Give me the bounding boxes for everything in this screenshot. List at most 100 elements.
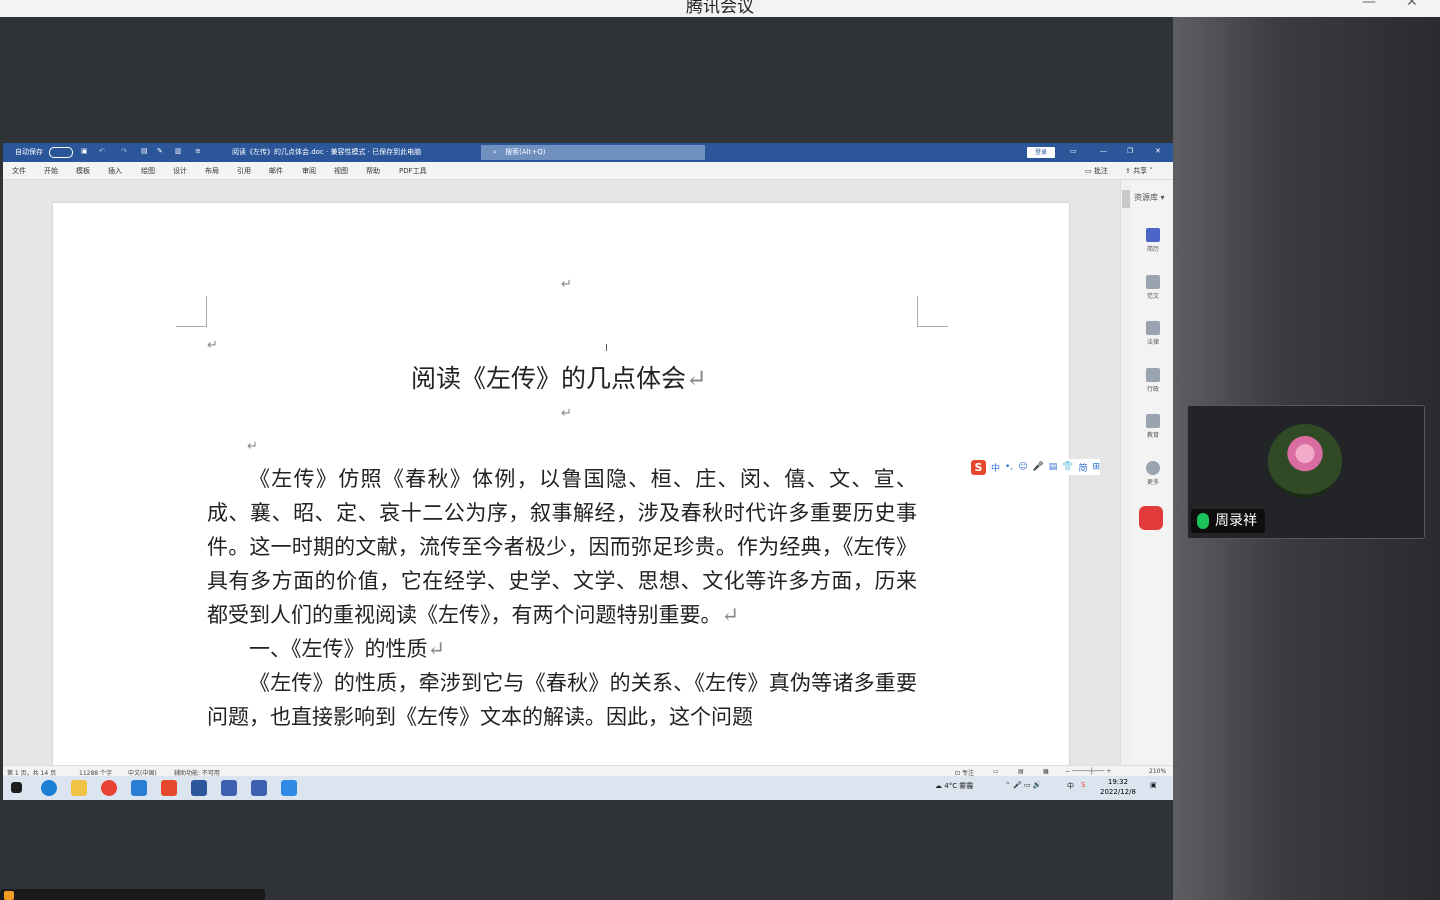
undo-icon[interactable]: ↶ xyxy=(99,147,105,155)
window-restore-icon[interactable]: ❐ xyxy=(1127,147,1133,155)
share-label: 共享 xyxy=(1133,167,1148,175)
heading-text: 阅读《左传》的几点体会 xyxy=(411,364,687,393)
window-close-icon[interactable]: ✕ xyxy=(1155,147,1161,155)
side-item-label: 行政 xyxy=(1146,386,1159,393)
ime-indicator[interactable]: 中 xyxy=(1067,781,1074,791)
tencent-meeting-icon[interactable] xyxy=(281,780,297,796)
clock[interactable]: 19:32 2022/12/8 xyxy=(1100,777,1136,797)
paragraph-mark: ↵ xyxy=(247,439,258,454)
app-icon[interactable] xyxy=(221,780,237,796)
tab-help[interactable]: 帮助 xyxy=(366,166,380,176)
read-mode-icon[interactable]: ▭ xyxy=(993,768,999,775)
tab-layout[interactable]: 布局 xyxy=(205,166,219,176)
ime-toolbar[interactable]: S 中 •, ☺ 🎤 ▤ 👕 简 ⊞ xyxy=(971,459,1101,475)
redo-icon[interactable]: ↷ xyxy=(121,147,127,155)
window-minimize-icon[interactable]: — xyxy=(1100,147,1107,155)
side-item-admin[interactable]: 行政 xyxy=(1141,368,1165,393)
document-title[interactable]: 阅读《左传》的几点体会.doc · 兼容性模式 · 已保存到此电脑 xyxy=(232,147,421,157)
windows-taskbar: ☁ 4°C 雾霾 ⌃ 🎤 ▭ 🔊 中 S 19:32 2022/12/8 ▣ xyxy=(3,776,1173,800)
body-paragraph: 《左传》仿照《春秋》体例，以鲁国隐、桓、庄、闵、僖、文、宣、成、襄、昭、定、哀十… xyxy=(207,462,917,632)
ribbon-display-icon[interactable]: ▭ xyxy=(1070,147,1077,155)
meeting-titlebar: 腾讯会议 — ✕ xyxy=(0,0,1440,17)
side-item-law[interactable]: 法律 xyxy=(1141,321,1165,346)
sogou-logo-icon: S xyxy=(971,459,986,475)
education-icon xyxy=(1146,414,1160,428)
format-painter-icon[interactable]: ✎ xyxy=(157,147,163,155)
ime-item[interactable]: 🎤 xyxy=(1033,462,1044,472)
paragraph-text: 《左传》的性质，牵涉到它与《春秋》的关系、《左传》真伪等诸多重要问题，也直接影响… xyxy=(207,671,917,729)
comments-button[interactable]: ▭ 批注 xyxy=(1085,166,1108,176)
web-layout-icon[interactable]: ▦ xyxy=(1043,768,1049,775)
print-icon[interactable]: ▥ xyxy=(175,147,182,155)
document-page[interactable]: ↵ ↵ I 阅读《左传》的几点体会↵ ↵ ↵ 《左传》仿照《春秋》体例，以鲁国隐… xyxy=(53,203,1069,765)
chrome-icon[interactable] xyxy=(101,780,117,796)
login-button[interactable]: 登录 xyxy=(1027,147,1055,158)
tab-home[interactable]: 开始 xyxy=(44,166,58,176)
notification-icon[interactable]: ▣ xyxy=(1150,781,1157,789)
app-icon[interactable] xyxy=(4,891,14,900)
ime-item[interactable]: •, xyxy=(1005,462,1013,472)
red-envelope-icon[interactable] xyxy=(1139,506,1163,530)
tab-file[interactable]: 文件 xyxy=(12,166,26,176)
weather-widget[interactable]: ☁ 4°C 雾霾 xyxy=(935,781,973,791)
tab-review[interactable]: 审阅 xyxy=(302,166,316,176)
side-item-resume[interactable]: 简历 xyxy=(1141,228,1165,253)
document-heading[interactable]: 阅读《左传》的几点体会↵ xyxy=(411,359,707,395)
zoom-level[interactable]: 210% xyxy=(1149,768,1166,775)
law-icon xyxy=(1146,321,1160,335)
autosave-toggle[interactable] xyxy=(49,147,73,158)
zoom-slider[interactable]: − ─────┼─── + xyxy=(1065,768,1111,775)
word-icon[interactable] xyxy=(191,780,207,796)
ime-item[interactable]: ⊞ xyxy=(1093,462,1101,472)
side-item-label: 教育 xyxy=(1146,432,1159,439)
participant-video-tile[interactable]: 周录祥 xyxy=(1187,405,1425,539)
side-item-education[interactable]: 教育 xyxy=(1141,414,1165,439)
weather-text: 4°C 雾霾 xyxy=(944,782,974,790)
system-tray-icons[interactable]: ⌃ 🎤 ▭ 🔊 xyxy=(1005,781,1042,789)
file-explorer-icon[interactable] xyxy=(71,780,87,796)
resource-label: 资源库 xyxy=(1134,193,1158,202)
windows-start-icon[interactable] xyxy=(11,782,22,793)
text-cursor-icon: I xyxy=(605,343,608,354)
tab-mailings[interactable]: 邮件 xyxy=(269,166,283,176)
ime-item[interactable]: 简 xyxy=(1079,461,1088,474)
margin-corner-left xyxy=(176,296,207,327)
resource-library-dropdown[interactable]: 资源库 ▾ xyxy=(1134,192,1165,203)
save-icon[interactable]: ▣ xyxy=(81,147,88,155)
document-body[interactable]: 《左传》仿照《春秋》体例，以鲁国隐、桓、庄、闵、僖、文、宣、成、襄、昭、定、哀十… xyxy=(207,462,917,734)
ime-item[interactable]: ☺ xyxy=(1018,462,1027,472)
search-input[interactable]: ⌕ 搜索(Alt+Q) xyxy=(481,145,705,160)
sogou-tray-icon[interactable]: S xyxy=(1081,781,1085,789)
tab-draw[interactable]: 绘图 xyxy=(141,166,155,176)
share-button[interactable]: ⇪ 共享 ˅ xyxy=(1125,166,1153,176)
mail-icon[interactable] xyxy=(131,780,147,796)
app-icon[interactable] xyxy=(161,780,177,796)
print-layout-icon[interactable]: ▤ xyxy=(1018,768,1024,775)
close-icon[interactable]: ✕ xyxy=(1406,0,1418,10)
tab-insert[interactable]: 插入 xyxy=(108,166,122,176)
ime-item[interactable]: 中 xyxy=(991,461,1000,474)
side-item-samples[interactable]: 范文 xyxy=(1141,275,1165,300)
side-item-more[interactable]: 更多 xyxy=(1141,461,1165,486)
clock-date: 2022/12/8 xyxy=(1100,788,1136,796)
participant-name-badge: 周录祥 xyxy=(1191,509,1265,533)
tab-references[interactable]: 引用 xyxy=(237,166,251,176)
ime-item[interactable]: ▤ xyxy=(1049,462,1058,472)
ime-item[interactable]: 👕 xyxy=(1062,462,1073,472)
edge-icon[interactable] xyxy=(41,780,57,796)
clipboard-icon[interactable]: ▤ xyxy=(141,147,148,155)
tab-design[interactable]: 设计 xyxy=(173,166,187,176)
app-icon[interactable] xyxy=(251,780,267,796)
section-heading-text: 一、《左传》的性质 xyxy=(249,637,428,661)
resume-icon xyxy=(1146,228,1160,242)
minimize-icon[interactable]: — xyxy=(1362,0,1376,10)
scrollbar-thumb[interactable] xyxy=(1122,190,1130,208)
customize-icon[interactable]: ≡ xyxy=(195,147,201,155)
tab-view[interactable]: 视图 xyxy=(334,166,348,176)
tab-pdf-tools[interactable]: PDF工具 xyxy=(399,166,427,176)
tab-templates[interactable]: 模板 xyxy=(76,166,90,176)
body-paragraph: 《左传》的性质，牵涉到它与《春秋》的关系、《左传》真伪等诸多重要问题，也直接影响… xyxy=(207,666,917,734)
paragraph-mark: ↵ xyxy=(721,603,740,627)
meeting-toolbar-edge xyxy=(0,889,265,900)
avatar xyxy=(1268,424,1342,498)
